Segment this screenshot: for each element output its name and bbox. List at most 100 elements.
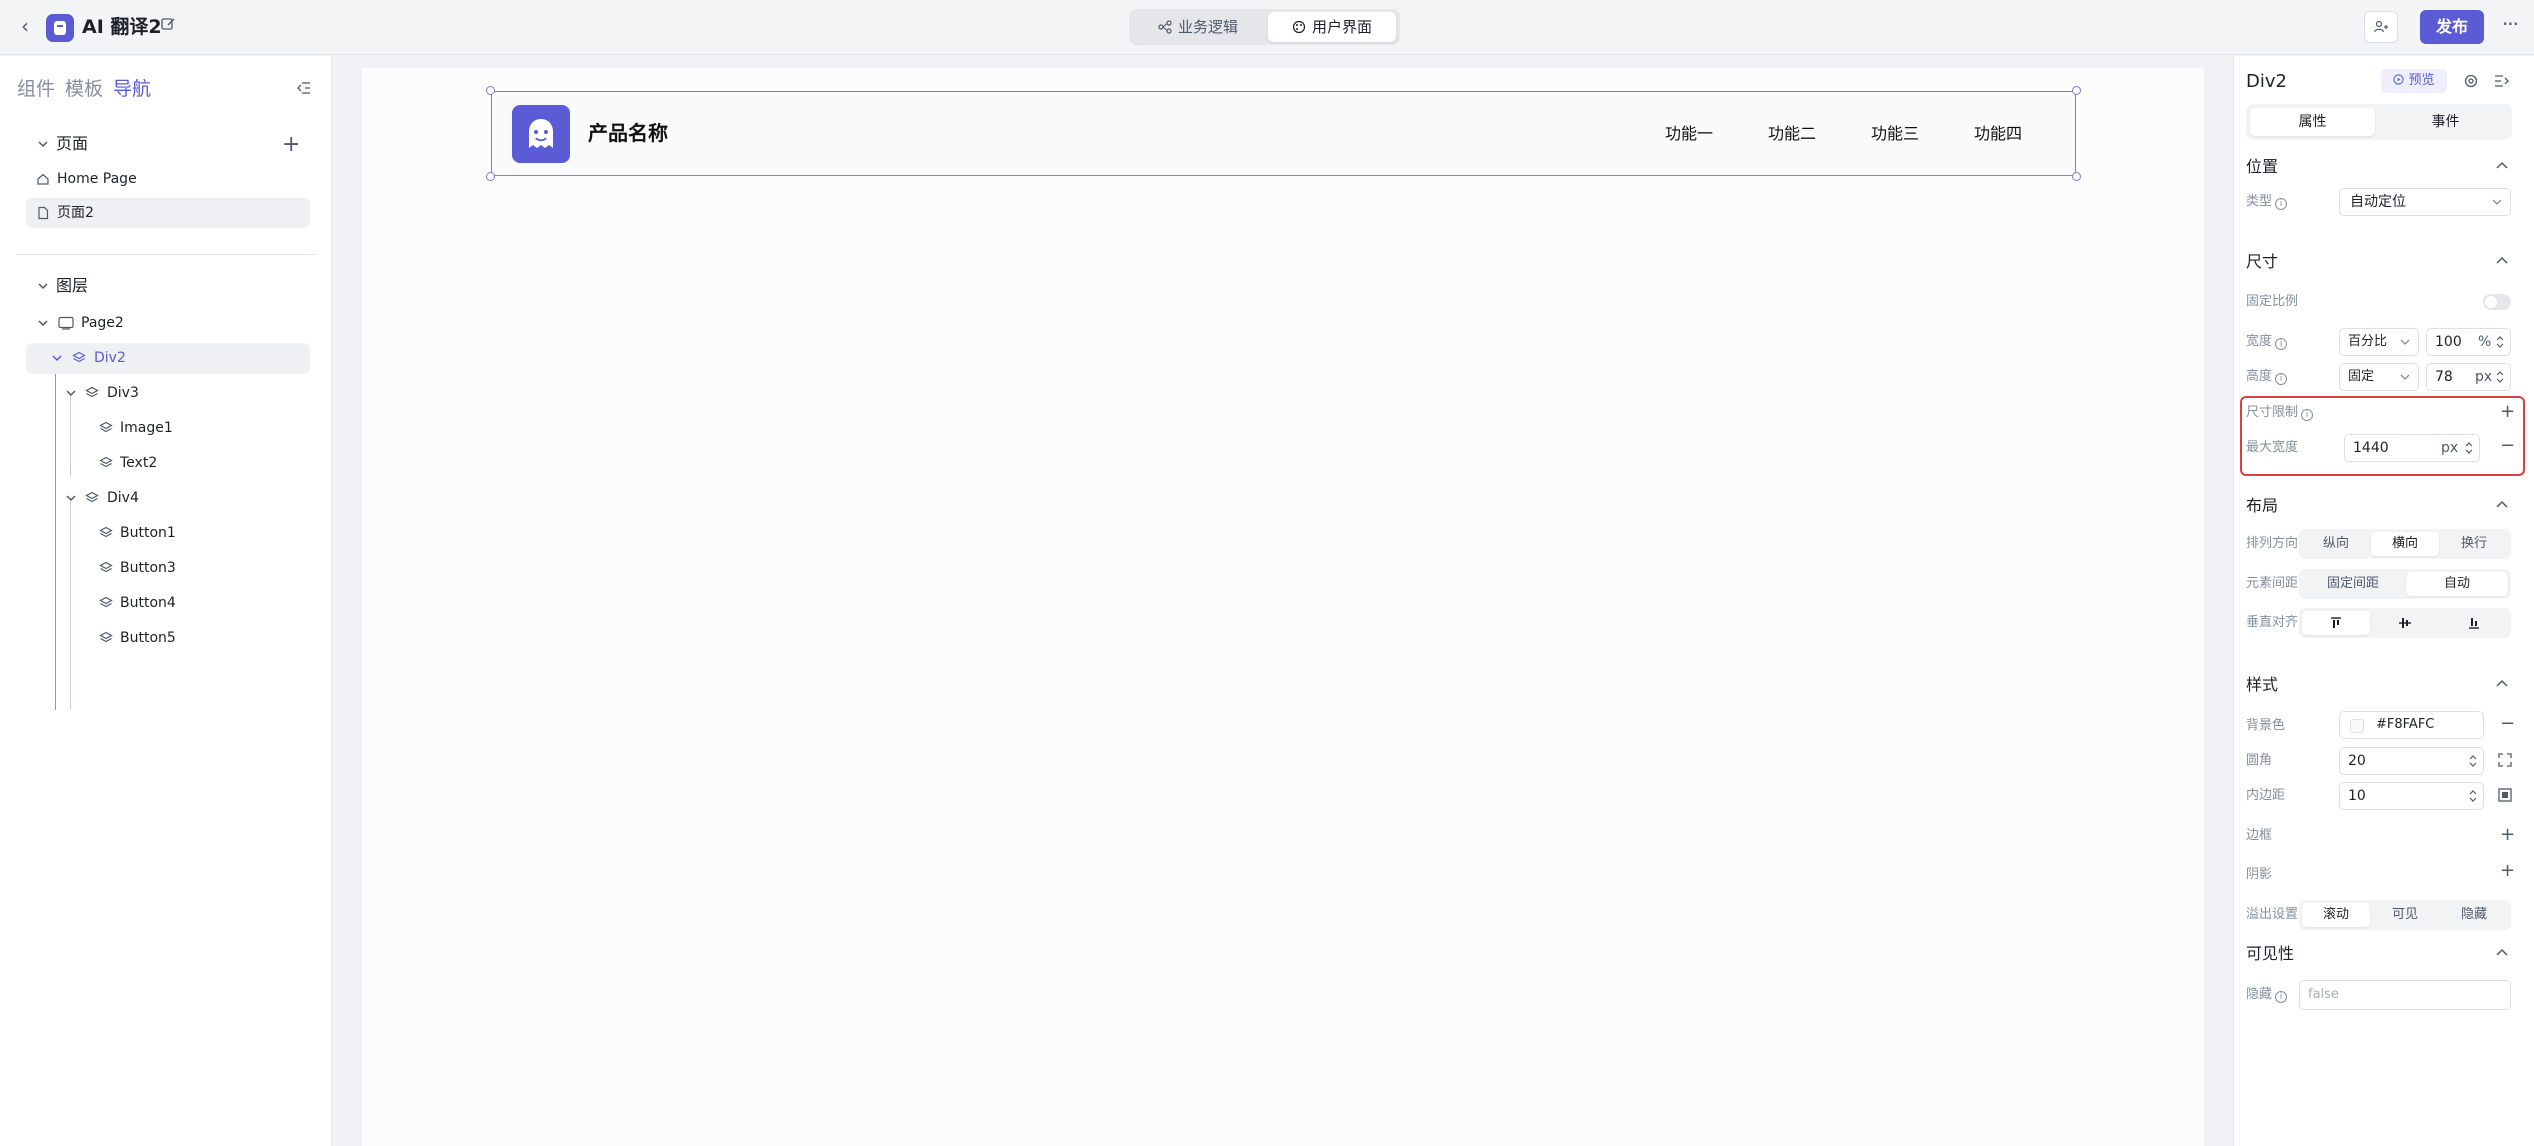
collapse-panel-icon[interactable]: [296, 80, 314, 98]
tab-navigation[interactable]: 导航: [113, 76, 151, 102]
preview-button[interactable]: 预览: [2381, 69, 2447, 93]
add-page-icon[interactable]: +: [282, 134, 300, 156]
chevron-up-icon[interactable]: [2494, 158, 2510, 174]
page-item-page2[interactable]: 页面2: [26, 198, 310, 228]
resize-handle[interactable]: [486, 86, 495, 95]
overflow-visible[interactable]: 可见: [2371, 903, 2439, 927]
padding-sides-icon[interactable]: [2498, 788, 2512, 802]
direction-horizontal[interactable]: 横向: [2371, 532, 2439, 556]
radius-input[interactable]: 20: [2339, 747, 2484, 775]
tab-components[interactable]: 组件: [17, 76, 55, 102]
overflow-segmented: 滚动 可见 隐藏: [2299, 900, 2511, 930]
chevron-down-icon[interactable]: [36, 137, 50, 151]
property-tabs: 属性 事件: [2246, 104, 2512, 140]
chevron-down-icon[interactable]: [36, 279, 50, 293]
tab-properties[interactable]: 属性: [2250, 108, 2375, 136]
layer-button1[interactable]: Button1: [99, 518, 299, 548]
panel-divider: [16, 254, 316, 255]
gap-fixed[interactable]: 固定间距: [2302, 572, 2404, 596]
div2-navbar-selected[interactable]: 产品名称 功能一 功能二 功能三 功能四: [486, 86, 2081, 181]
expand-panel-icon[interactable]: [2492, 72, 2510, 90]
stepper-icon[interactable]: [2496, 369, 2504, 385]
layer-button4[interactable]: Button4: [99, 588, 299, 618]
more-icon[interactable]: ···: [2496, 12, 2524, 40]
direction-wrap[interactable]: 换行: [2440, 532, 2508, 556]
publish-button[interactable]: 发布: [2420, 10, 2484, 44]
layer-image1[interactable]: Image1: [99, 413, 299, 443]
layer-div4[interactable]: Div4: [64, 483, 304, 513]
product-logo-icon[interactable]: [512, 105, 570, 163]
tab-templates[interactable]: 模板: [65, 76, 103, 102]
chevron-down-icon[interactable]: [64, 491, 78, 505]
layer-page2[interactable]: Page2: [36, 308, 306, 338]
nav-button-3[interactable]: 功能三: [1871, 122, 1919, 146]
hidden-expression-input[interactable]: false: [2299, 980, 2511, 1010]
layers-icon: [99, 421, 113, 433]
app-title: AI 翻译2: [82, 16, 162, 38]
nav-button-1[interactable]: 功能一: [1665, 122, 1713, 146]
product-name-text[interactable]: 产品名称: [588, 118, 668, 148]
bg-color-input[interactable]: #F8FAFC: [2339, 711, 2484, 739]
overflow-scroll[interactable]: 滚动: [2302, 903, 2370, 927]
valign-bottom-icon[interactable]: [2440, 611, 2508, 635]
settings-icon[interactable]: [2462, 72, 2480, 90]
tab-business-logic[interactable]: 业务逻辑: [1135, 12, 1261, 42]
tab-events[interactable]: 事件: [2383, 108, 2508, 136]
color-swatch[interactable]: [2350, 719, 2364, 733]
layer-div3[interactable]: Div3: [64, 378, 304, 408]
chevron-down-icon[interactable]: [36, 316, 50, 330]
add-size-limit-icon[interactable]: +: [2500, 403, 2515, 421]
layer-text2[interactable]: Text2: [99, 448, 299, 478]
fixed-ratio-toggle[interactable]: [2483, 294, 2511, 310]
layer-button3[interactable]: Button3: [99, 553, 299, 583]
tab-user-interface[interactable]: 用户界面: [1268, 12, 1396, 42]
chevron-up-icon[interactable]: [2494, 497, 2510, 513]
overflow-hidden[interactable]: 隐藏: [2440, 903, 2508, 927]
nav-button-2[interactable]: 功能二: [1768, 122, 1816, 146]
add-shadow-icon[interactable]: +: [2500, 862, 2515, 880]
design-canvas[interactable]: [362, 68, 2204, 1146]
nav-button-4[interactable]: 功能四: [1974, 122, 2022, 146]
resize-handle[interactable]: [486, 172, 495, 181]
position-type-select[interactable]: 自动定位: [2339, 188, 2511, 216]
page-item-home[interactable]: Home Page: [26, 164, 310, 194]
valign-top-icon[interactable]: [2302, 611, 2370, 635]
border-label: 边框: [2246, 828, 2273, 843]
layer-button5[interactable]: Button5: [99, 623, 299, 653]
chevron-up-icon[interactable]: [2494, 253, 2510, 269]
width-mode-select[interactable]: 百分比: [2339, 328, 2419, 356]
collaborators-button[interactable]: [2364, 11, 2398, 43]
valign-center-icon[interactable]: [2371, 611, 2439, 635]
gap-auto[interactable]: 自动: [2406, 572, 2508, 596]
edit-title-icon[interactable]: [160, 16, 180, 36]
chevron-up-icon[interactable]: [2494, 676, 2510, 692]
stepper-icon[interactable]: [2469, 753, 2477, 769]
padding-input[interactable]: 10: [2339, 782, 2484, 810]
stepper-icon[interactable]: [2496, 334, 2504, 350]
resize-handle[interactable]: [2072, 86, 2081, 95]
stepper-icon[interactable]: [2469, 788, 2477, 804]
layer-div2[interactable]: Div2: [50, 343, 300, 373]
height-mode-select[interactable]: 固定: [2339, 363, 2419, 391]
visibility-section-title: 可见性: [2246, 944, 2295, 963]
resize-handle[interactable]: [2072, 172, 2081, 181]
chevron-up-icon[interactable]: [2494, 945, 2510, 961]
add-border-icon[interactable]: +: [2500, 826, 2515, 844]
max-width-value: 1440: [2353, 440, 2389, 456]
height-value-input[interactable]: 78 px: [2426, 363, 2511, 391]
layer-label: Button4: [120, 595, 176, 611]
remove-bg-icon[interactable]: −: [2500, 715, 2515, 733]
direction-vertical[interactable]: 纵向: [2302, 532, 2370, 556]
max-width-input[interactable]: 1440 px: [2344, 434, 2480, 462]
back-icon[interactable]: ‹: [14, 15, 36, 37]
chevron-down-icon: [2400, 339, 2410, 345]
stepper-icon[interactable]: [2465, 440, 2473, 456]
remove-max-width-icon[interactable]: −: [2500, 437, 2515, 455]
chevron-down-icon[interactable]: [64, 386, 78, 400]
layer-label: Text2: [120, 455, 158, 471]
chevron-down-icon[interactable]: [50, 351, 64, 365]
corner-radius-icon[interactable]: [2498, 753, 2512, 767]
layers-icon: [99, 596, 113, 608]
style-section-title: 样式: [2246, 675, 2279, 694]
width-value-input[interactable]: 100 %: [2426, 328, 2511, 356]
